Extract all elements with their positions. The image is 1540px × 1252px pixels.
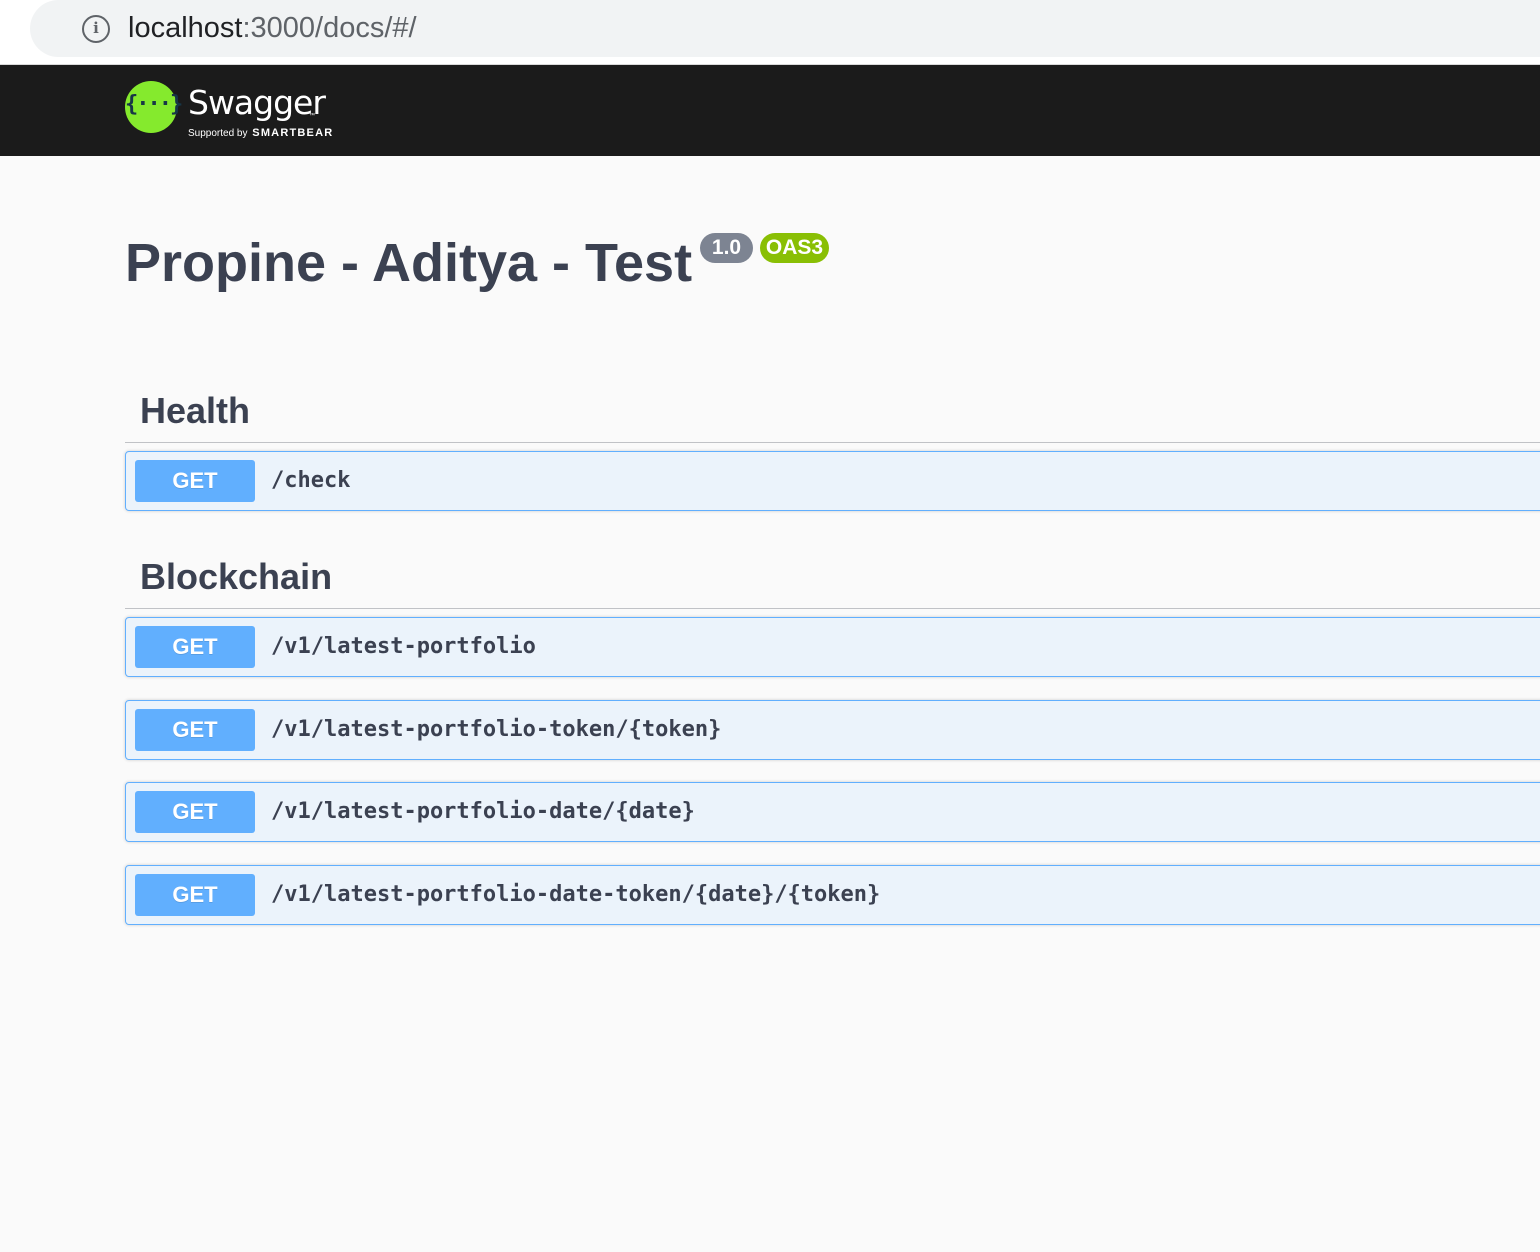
operation-get-latest-portfolio-date-token[interactable]: GET /v1/latest-portfolio-date-token/{dat… — [125, 865, 1540, 925]
url-text[interactable]: localhost:3000/docs/#/ — [128, 11, 417, 45]
supported-by-label: Supported by — [188, 128, 248, 139]
swagger-topbar: {···} Swagger ™ Supported by SMARTBEAR — [0, 65, 1540, 156]
operation-path: /v1/latest-portfolio-date-token/{date}/{… — [271, 882, 881, 907]
operation-path: /check — [271, 468, 351, 493]
operation-get-check[interactable]: GET /check — [125, 451, 1540, 511]
swagger-logo-icon[interactable]: {···} — [125, 81, 183, 133]
api-title: Propine - Aditya - Test — [125, 233, 693, 293]
version-badge: 1.0 — [700, 233, 753, 263]
method-badge: GET — [135, 874, 255, 916]
tag-name: Blockchain — [140, 556, 333, 597]
operation-get-latest-portfolio-token[interactable]: GET /v1/latest-portfolio-token/{token} — [125, 700, 1540, 760]
tag-name: Health — [140, 390, 251, 431]
url-path: :3000/docs/#/ — [242, 12, 417, 44]
operation-get-latest-portfolio[interactable]: GET /v1/latest-portfolio — [125, 617, 1540, 677]
url-host: localhost — [128, 12, 243, 44]
browser-address-bar: i localhost:3000/docs/#/ — [0, 0, 1540, 65]
method-badge: GET — [135, 626, 255, 668]
operation-path: /v1/latest-portfolio-token/{token} — [271, 717, 722, 742]
method-badge: GET — [135, 709, 255, 751]
swagger-logo-subtitle: Supported by SMARTBEAR — [188, 127, 333, 139]
method-badge: GET — [135, 460, 255, 502]
tag-blockchain-heading[interactable]: Blockchain — [125, 551, 1540, 609]
url-bar[interactable]: i localhost:3000/docs/#/ — [30, 0, 1540, 57]
swagger-logo-trademark: ™ — [309, 113, 315, 119]
swagger-logo-name[interactable]: Swagger — [188, 85, 326, 121]
swagger-logo-symbol: {···} — [125, 92, 183, 117]
operation-path: /v1/latest-portfolio — [271, 634, 536, 659]
info-icon[interactable]: i — [82, 15, 110, 43]
operation-path: /v1/latest-portfolio-date/{date} — [271, 799, 695, 824]
tag-health-heading[interactable]: Health — [125, 385, 1540, 443]
oas-badge: OAS3 — [760, 233, 829, 263]
smartbear-label: SMARTBEAR — [252, 127, 334, 139]
method-badge: GET — [135, 791, 255, 833]
operation-get-latest-portfolio-date[interactable]: GET /v1/latest-portfolio-date/{date} — [125, 782, 1540, 842]
